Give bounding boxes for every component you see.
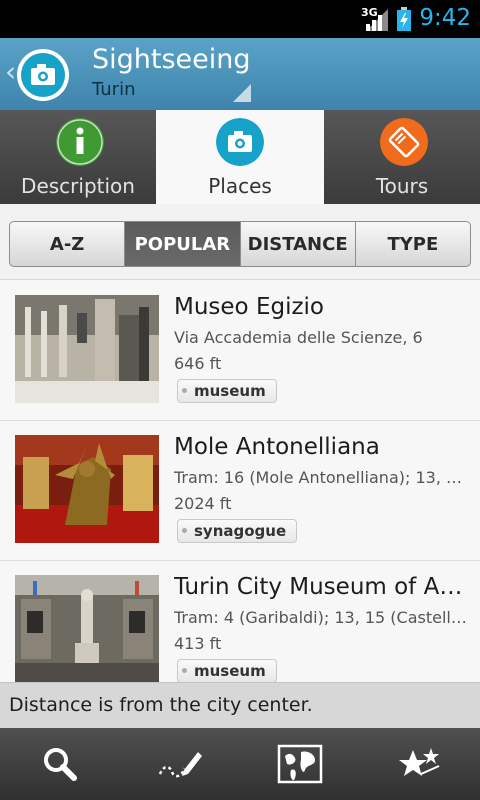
list-item[interactable]: Turin City Museum of An… Tram: 4 (Gariba… bbox=[0, 561, 480, 682]
sort-bar: A-Z POPULAR DISTANCE TYPE bbox=[0, 204, 480, 280]
ticket-icon bbox=[380, 118, 428, 166]
place-distance: 2024 ft bbox=[174, 494, 232, 513]
sort-az-button[interactable]: A-Z bbox=[10, 222, 126, 266]
place-distance: 413 ft bbox=[174, 634, 222, 653]
tab-label: Description bbox=[21, 174, 135, 198]
search-button[interactable] bbox=[0, 728, 120, 800]
place-name: Mole Antonelliana bbox=[174, 434, 380, 460]
tab-label: Places bbox=[208, 174, 272, 198]
tab-description[interactable]: Description bbox=[0, 110, 156, 204]
category-tag[interactable]: synagogue bbox=[177, 519, 298, 543]
tab-tours[interactable]: Tours bbox=[324, 110, 480, 204]
route-button[interactable] bbox=[120, 728, 240, 800]
city-selector[interactable]: Turin bbox=[92, 79, 135, 100]
favorites-button[interactable] bbox=[360, 728, 480, 800]
map-icon bbox=[277, 744, 323, 784]
bottom-nav bbox=[0, 728, 480, 800]
place-photo bbox=[15, 435, 159, 543]
sort-popular-button[interactable]: POPULAR bbox=[125, 222, 241, 266]
dropdown-indicator-icon bbox=[233, 84, 251, 102]
category-tag[interactable]: museum bbox=[177, 659, 277, 682]
place-address: Tram: 4 (Garibaldi); 13, 15 (Castell… bbox=[174, 608, 467, 627]
list-item[interactable]: Mole Antonelliana Tram: 16 (Mole Antonel… bbox=[0, 421, 480, 561]
place-address: Tram: 16 (Mole Antonelliana); 13, 1… bbox=[174, 468, 468, 487]
section-tabs: Description Places Tours bbox=[0, 110, 480, 204]
search-icon bbox=[44, 748, 77, 781]
battery-charging-icon bbox=[397, 7, 411, 31]
route-pencil-icon bbox=[158, 752, 202, 778]
sightseeing-screen: 3G 9:42 ‹ Sightseeing Turin Description … bbox=[0, 0, 480, 800]
map-button[interactable] bbox=[240, 728, 360, 800]
place-address: Via Accademia delle Scienze, 6 bbox=[174, 328, 423, 347]
place-distance: 646 ft bbox=[174, 354, 222, 373]
camera-icon bbox=[31, 64, 55, 85]
status-clock: 9:42 bbox=[419, 5, 471, 31]
camera-icon bbox=[216, 118, 264, 166]
action-bar: ‹ Sightseeing Turin bbox=[0, 38, 480, 110]
app-home-button[interactable] bbox=[17, 49, 69, 101]
sort-segmented-control: A-Z POPULAR DISTANCE TYPE bbox=[9, 221, 471, 267]
signal-icon bbox=[366, 9, 388, 31]
status-bar: 3G 9:42 bbox=[0, 0, 480, 38]
place-name: Museo Egizio bbox=[174, 294, 324, 320]
place-name: Turin City Museum of An… bbox=[174, 574, 470, 600]
sort-distance-button[interactable]: DISTANCE bbox=[241, 222, 356, 266]
tab-label: Tours bbox=[375, 174, 429, 198]
place-photo bbox=[15, 575, 159, 682]
tab-places[interactable]: Places bbox=[156, 110, 324, 204]
sort-type-button[interactable]: TYPE bbox=[356, 222, 470, 266]
places-list[interactable]: Museo Egizio Via Accademia delle Scienze… bbox=[0, 281, 480, 682]
page-title: Sightseeing bbox=[92, 44, 251, 75]
chevron-left-icon[interactable]: ‹ bbox=[5, 58, 16, 86]
category-tag[interactable]: museum bbox=[177, 379, 277, 403]
list-item[interactable]: Museo Egizio Via Accademia delle Scienze… bbox=[0, 281, 480, 421]
info-banner: Distance is from the city center. bbox=[0, 682, 480, 728]
favorites-stars-icon bbox=[399, 748, 440, 776]
place-photo bbox=[15, 295, 159, 403]
info-icon bbox=[56, 118, 104, 166]
info-text: Distance is from the city center. bbox=[9, 694, 313, 716]
